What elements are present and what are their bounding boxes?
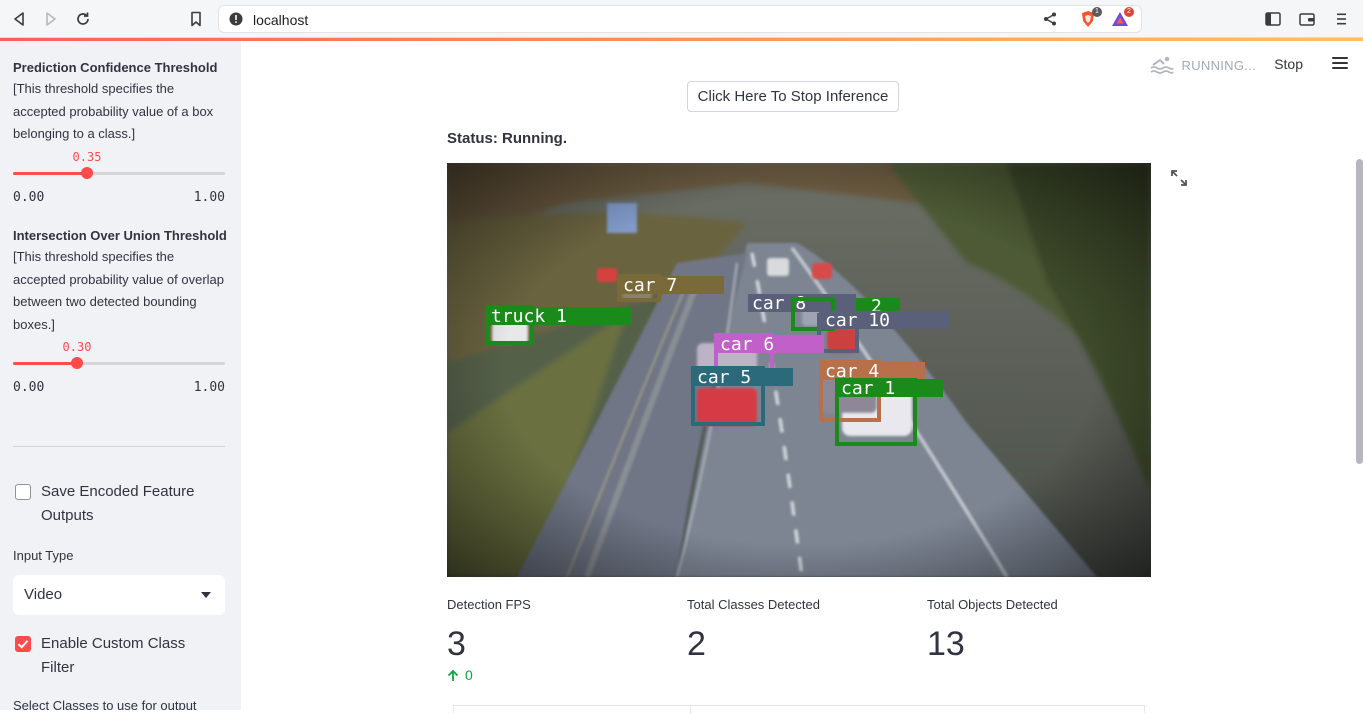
iou-slider-fill [13, 362, 77, 365]
brave-shield-icon[interactable]: 1 [1079, 7, 1102, 28]
iou-slider-thumb[interactable] [71, 357, 83, 369]
menu-icon[interactable] [1331, 9, 1351, 29]
input-type-value: Video [24, 586, 63, 603]
confidence-description: [This threshold specifies the accepted p… [13, 81, 214, 141]
sidebar: Prediction Confidence Threshold [This th… [0, 41, 241, 710]
detection-overlay: truck 1 car 7 car 8 2 car 10 car 6 car 5… [485, 274, 949, 446]
status-text: Status: Running. [447, 130, 567, 147]
detection-label: car 8 [752, 293, 806, 314]
confidence-title: Prediction Confidence Threshold [13, 60, 218, 75]
hamburger-menu-icon[interactable] [1332, 57, 1348, 69]
fps-delta-value: 0 [465, 667, 473, 683]
fullscreen-icon[interactable] [1170, 169, 1188, 187]
save-encoded-label[interactable]: Save Encoded Feature Outputs [41, 480, 221, 528]
detection-label: car 1 [841, 378, 895, 399]
reload-icon[interactable] [73, 9, 93, 29]
metric-value: 13 [927, 625, 965, 663]
rewards-icon[interactable]: 2 [1111, 7, 1134, 28]
stop-link[interactable]: Stop [1274, 56, 1303, 72]
rewards-badge: 2 [1124, 7, 1134, 17]
metric-label: Total Classes Detected [687, 597, 820, 612]
metric-objects: Total Objects Detected 13 [927, 597, 1058, 664]
running-status: RUNNING... [1181, 57, 1256, 73]
confidence-slider-fill [13, 172, 87, 175]
iou-slider[interactable]: 0.30 0.00 1.00 [13, 340, 225, 400]
confidence-slider[interactable]: 0.35 0.00 1.00 [13, 150, 225, 210]
iou-slider-max: 1.00 [193, 380, 225, 395]
url-text: localhost [253, 12, 309, 28]
address-bar[interactable]: localhost 1 2 [218, 5, 1142, 33]
detection-label: car 5 [697, 367, 751, 388]
forward-icon[interactable] [41, 9, 61, 29]
detection-box: car 10 [817, 310, 949, 353]
fps-delta: 0 [447, 667, 473, 683]
detection-label: truck 1 [491, 306, 567, 327]
confidence-slider-thumb[interactable] [81, 167, 93, 179]
confidence-slider-value: 0.35 [72, 150, 102, 164]
iou-title: Intersection Over Union Threshold [13, 228, 227, 243]
detection-box: car 1 [835, 378, 943, 446]
detection-box: car 7 [617, 274, 724, 302]
metric-classes: Total Classes Detected 2 [687, 597, 820, 664]
info-icon[interactable] [229, 12, 243, 31]
confidence-slider-min: 0.00 [13, 190, 45, 205]
detection-box: truck 1 [485, 305, 632, 345]
metric-fps: Detection FPS 3 [447, 597, 531, 664]
browser-toolbar: localhost 1 2 [0, 0, 1363, 38]
swimmer-icon [1150, 56, 1174, 74]
iou-slider-track[interactable] [13, 362, 225, 365]
bookmark-icon[interactable] [186, 9, 206, 29]
metric-value: 3 [447, 625, 466, 663]
iou-description: [This threshold specifies the accepted p… [13, 249, 225, 332]
video-frame: truck 1 car 7 car 8 2 car 10 car 6 car 5… [447, 163, 1151, 577]
save-encoded-checkbox[interactable] [15, 484, 31, 500]
input-type-select[interactable]: Video [13, 575, 225, 615]
app-status: RUNNING... [1150, 55, 1257, 75]
metric-label: Total Objects Detected [927, 597, 1058, 612]
share-icon[interactable] [1043, 12, 1057, 31]
back-icon[interactable] [9, 9, 29, 29]
custom-filter-checkbox[interactable] [15, 636, 31, 652]
iou-slider-value: 0.30 [62, 340, 92, 354]
scrollbar[interactable] [1356, 159, 1363, 464]
arrow-up-icon [447, 669, 459, 681]
chevron-down-icon [201, 592, 211, 598]
sidebar-divider [13, 446, 225, 447]
brave-badge: 1 [1092, 7, 1102, 17]
wallet-icon[interactable] [1297, 9, 1317, 29]
iou-slider-min: 0.00 [13, 380, 45, 395]
confidence-slider-max: 1.00 [193, 190, 225, 205]
select-classes-label: Select Classes to use for output [13, 698, 197, 710]
detection-label: car 10 [825, 310, 890, 331]
sidebar-toggle-icon[interactable] [1263, 9, 1283, 29]
detection-label: car 6 [720, 334, 774, 355]
detection-label: car 7 [623, 275, 677, 296]
results-table [453, 705, 1145, 714]
confidence-slider-track[interactable] [13, 172, 225, 175]
metric-label: Detection FPS [447, 597, 531, 612]
main-content: RUNNING... Stop Click Here To Stop Infer… [241, 41, 1363, 714]
stop-inference-button[interactable]: Click Here To Stop Inference [687, 81, 899, 112]
custom-filter-label[interactable]: Enable Custom Class Filter [41, 632, 221, 680]
detection-box: car 5 [691, 366, 793, 426]
input-type-label: Input Type [13, 548, 74, 563]
check-icon [17, 640, 29, 649]
metric-value: 2 [687, 625, 706, 663]
